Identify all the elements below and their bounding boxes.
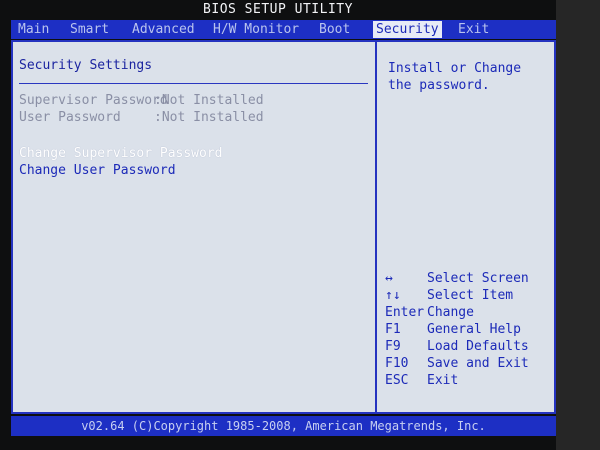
key-name: F10 [385,356,409,371]
copyright-footer: v02.64 (C)Copyright 1985-2008, American … [11,416,556,436]
key-name: F9 [385,339,401,354]
tab-boot[interactable]: Boot [316,21,353,38]
key-desc: General Help [427,322,521,337]
key-desc: Select Item [427,288,514,303]
status-label: User Password [19,110,121,125]
tab-smart[interactable]: Smart [67,21,112,38]
tab-exit[interactable]: Exit [455,21,492,38]
option-change-supervisor-password[interactable]: Change Supervisor Password [19,146,223,161]
key-desc: Select Screen [427,271,529,286]
monitor-bezel [556,0,600,450]
key-name: ↑↓ [385,288,401,303]
bios-title: BIOS SETUP UTILITY [203,2,353,17]
status-row-user: User Password :Not Installed [19,110,264,125]
key-desc: Save and Exit [427,356,529,371]
status-row-supervisor: Supervisor Password :Not Installed [19,93,264,108]
panel-divider [375,42,377,412]
tab-security[interactable]: Security [373,21,442,38]
key-desc: Load Defaults [427,339,529,354]
help-text: Install or Change the password. [388,61,522,93]
tab-main[interactable]: Main [15,21,52,38]
menu-bar: Main Smart Advanced H/W Monitor Boot Sec… [11,20,556,39]
key-desc: Change [427,305,474,320]
status-value: :Not Installed [154,93,264,108]
bios-screen: BIOS SETUP UTILITY Main Smart Advanced H… [0,0,556,450]
status-label: Supervisor Password [19,93,168,108]
tab-advanced[interactable]: Advanced [129,21,198,38]
key-name: Enter [385,305,425,320]
tab-hw-monitor[interactable]: H/W Monitor [210,21,302,38]
option-change-user-password[interactable]: Change User Password [19,163,176,178]
key-name: ↔ [385,271,393,286]
key-name: ESC [385,373,409,388]
settings-panel: Security Settings Supervisor Password :N… [11,40,556,414]
section-title: Security Settings [19,58,153,73]
key-desc: Exit [427,373,459,388]
section-rule [19,83,368,84]
status-value: :Not Installed [154,110,264,125]
key-name: F1 [385,322,401,337]
